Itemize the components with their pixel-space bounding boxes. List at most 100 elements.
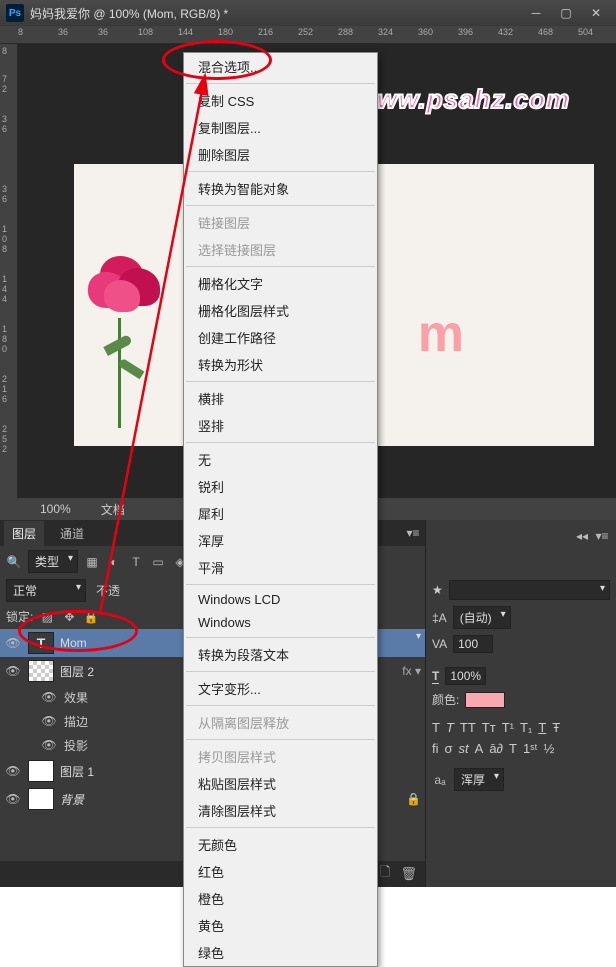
lock-all-icon[interactable]: 🔒	[83, 609, 99, 625]
blend-mode-select[interactable]: 正常	[6, 579, 86, 602]
menu-item[interactable]: 红色	[184, 858, 377, 885]
menu-item[interactable]: 栅格化图层样式	[184, 297, 377, 324]
subscript-icon[interactable]: T₁	[520, 720, 532, 735]
menu-item[interactable]: Windows LCD	[184, 588, 377, 611]
aa-icon: aₐ	[432, 772, 448, 788]
menu-item: 拷贝图层样式	[184, 743, 377, 770]
lock-pixels-icon[interactable]: ▨	[39, 609, 55, 625]
menu-item[interactable]: Windows	[184, 611, 377, 634]
layer-name[interactable]: 图层 1	[60, 763, 94, 780]
tracking-input[interactable]: 100	[453, 635, 493, 653]
visibility-icon[interactable]: 👁	[40, 690, 58, 704]
font-family-select[interactable]	[449, 580, 610, 600]
menu-item[interactable]: 犀利	[184, 500, 377, 527]
menu-item: 从隔离图层释放	[184, 709, 377, 736]
scale-icon: T	[432, 669, 439, 684]
menu-item[interactable]: 转换为智能对象	[184, 175, 377, 202]
type-style-row: T T TT Tᴛ T¹ T₁ T Ŧ	[432, 720, 610, 735]
layer-thumb	[28, 660, 54, 682]
layer-name[interactable]: Mom	[60, 636, 87, 650]
filter-kind-select[interactable]: 类型	[28, 550, 78, 573]
watermark: www.psahz.com	[356, 84, 570, 115]
lock-position-icon[interactable]: ✥	[61, 609, 77, 625]
opentype-row: fiσ stA ā∂T 1ˢᵗ½	[432, 741, 610, 756]
close-button[interactable]: ✕	[582, 4, 610, 22]
mom-text[interactable]: m	[418, 304, 464, 364]
menu-item: 选择链接图层	[184, 236, 377, 263]
panel-collapse-icon[interactable]: ◂◂	[574, 528, 590, 544]
menu-item[interactable]: 竖排	[184, 412, 377, 439]
ruler-vertical: 87236 36108 144180 216252	[0, 44, 18, 498]
menu-item[interactable]: 清除图层样式	[184, 797, 377, 824]
window-title: 妈妈我爱你 @ 100% (Mom, RGB/8) *	[30, 5, 522, 22]
filter-type-icon[interactable]: T	[128, 554, 144, 570]
ruler-horizontal: 83636 108144180 216252288 324360396 4324…	[0, 26, 616, 44]
menu-item[interactable]: 浑厚	[184, 527, 377, 554]
scale-input[interactable]: 100%	[445, 667, 486, 685]
menu-item[interactable]: 黄色	[184, 912, 377, 939]
menu-item[interactable]: 粘贴图层样式	[184, 770, 377, 797]
menu-item[interactable]: 删除图层	[184, 141, 377, 168]
layer-thumb	[28, 788, 54, 810]
leading-select[interactable]: (自动)	[453, 606, 511, 629]
allcaps-icon[interactable]: TT	[460, 720, 476, 735]
visibility-icon[interactable]: 👁	[4, 764, 22, 778]
layer-thumb	[28, 760, 54, 782]
tracking-icon: VA	[432, 637, 447, 651]
menu-item[interactable]: 栅格化文字	[184, 270, 377, 297]
panel-menu-icon[interactable]: ▾≡	[594, 528, 610, 544]
menu-item[interactable]: 平滑	[184, 554, 377, 581]
search-icon[interactable]: 🔍	[6, 554, 22, 570]
zoom-level[interactable]: 100%	[40, 502, 71, 516]
new-layer-icon[interactable]: 🗋	[380, 863, 390, 885]
tab-channels[interactable]: 通道	[52, 521, 92, 546]
visibility-icon[interactable]: 👁	[4, 664, 22, 678]
layer-context-menu: 混合选项... 复制 CSS复制图层...删除图层转换为智能对象链接图层选择链接图…	[183, 52, 378, 967]
menu-item[interactable]: 创建工作路径	[184, 324, 377, 351]
tab-layers[interactable]: 图层	[4, 521, 44, 546]
menu-item[interactable]: 文字变形...	[184, 675, 377, 702]
smallcaps-icon[interactable]: Tᴛ	[482, 720, 496, 735]
menu-item[interactable]: 无	[184, 446, 377, 473]
underline-icon[interactable]: T	[538, 720, 546, 735]
color-label: 颜色:	[432, 691, 459, 708]
titlebar: Ps 妈妈我爱你 @ 100% (Mom, RGB/8) * ─ ▢ ✕	[0, 0, 616, 26]
doc-info[interactable]: 文档	[101, 501, 125, 518]
visibility-icon[interactable]: 👁	[4, 792, 22, 806]
strike-icon[interactable]: Ŧ	[552, 720, 560, 735]
menu-item: 链接图层	[184, 209, 377, 236]
menu-item[interactable]: 橙色	[184, 885, 377, 912]
menu-item[interactable]: 绿色	[184, 939, 377, 966]
minimize-button[interactable]: ─	[522, 4, 550, 22]
menu-item[interactable]: 复制 CSS	[184, 87, 377, 114]
panel-menu-icon[interactable]: ▾≡	[405, 525, 421, 541]
bold-icon[interactable]: T	[432, 720, 440, 735]
filter-pixel-icon[interactable]: ▦	[84, 554, 100, 570]
italic-icon[interactable]: T	[446, 720, 454, 735]
antialias-select[interactable]: 浑厚	[454, 768, 504, 791]
ps-icon: Ps	[6, 4, 24, 22]
superscript-icon[interactable]: T¹	[502, 720, 514, 735]
filter-shape-icon[interactable]: ▭	[150, 554, 166, 570]
menu-item[interactable]: 无颜色	[184, 831, 377, 858]
visibility-icon[interactable]: 👁	[40, 714, 58, 728]
lock-label: 锁定:	[6, 608, 33, 625]
visibility-icon[interactable]: 👁	[40, 738, 58, 752]
filter-adjust-icon[interactable]: ◐	[106, 554, 122, 570]
menu-item[interactable]: 混合选项...	[184, 53, 377, 80]
opacity-label: 不透	[96, 582, 120, 599]
trash-icon[interactable]: 🗑	[400, 866, 417, 882]
menu-item[interactable]: 横排	[184, 385, 377, 412]
character-panel: ◂◂ ▾≡ ★ ‡A (自动) VA 100 T 100% 颜色:	[425, 520, 616, 887]
layer-name[interactable]: 背景	[60, 791, 84, 808]
menu-item[interactable]: 转换为段落文本	[184, 641, 377, 668]
maximize-button[interactable]: ▢	[552, 4, 580, 22]
menu-item[interactable]: 复制图层...	[184, 114, 377, 141]
layer-name[interactable]: 图层 2	[60, 663, 94, 680]
menu-item[interactable]: 转换为形状	[184, 351, 377, 378]
layer-thumb: T	[28, 632, 54, 654]
color-swatch[interactable]	[465, 692, 505, 708]
visibility-icon[interactable]: 👁	[4, 636, 22, 650]
flower-image	[74, 244, 184, 434]
menu-item[interactable]: 锐利	[184, 473, 377, 500]
